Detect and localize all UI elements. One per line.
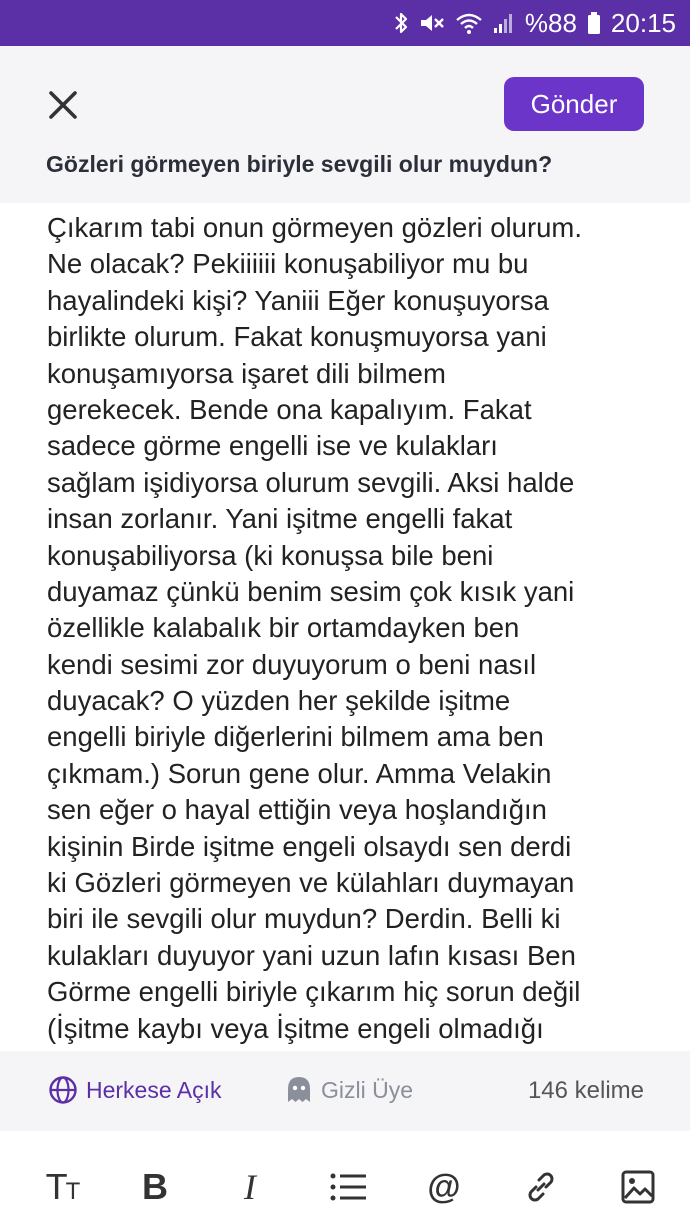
link-icon [528,1172,554,1202]
bold-button[interactable]: B [133,1166,177,1207]
text-line: (İşitme kaybı veya İşitme engeli olmadığ… [47,1012,544,1044]
text-line: kulakları duyuyor yani uzun lafın kısası… [47,939,576,971]
signal-icon [493,11,515,35]
text-line: insan zorlanır. Yani işitme engelli faka… [47,503,513,535]
text-line: Çıkarım tabi onun görmeyen gözleri oluru… [47,212,582,243]
anonymous-toggle[interactable]: Gizli Üye [285,1075,413,1105]
status-icons: %88 20:15 [393,0,676,46]
close-icon [49,91,77,119]
mention-icon: @ [427,1167,461,1206]
battery-percent: %88 [524,7,577,38]
bluetooth-icon [393,11,409,35]
globe-icon [49,1076,77,1104]
image-icon [621,1170,655,1204]
list-button[interactable] [326,1167,370,1207]
send-button[interactable]: Gönder [504,77,644,131]
text-line: çıkmam.) Sorun gene olur. Amma Velakin [47,757,552,789]
text-line: biri ile sevgili olur muydun? Derdin. Be… [47,903,561,935]
question-title: Gözleri görmeyen biriyle sevgili olur mu… [46,151,553,177]
status-bar: %88 20:15 [0,0,690,46]
text-line: duyamaz çünkü benim sesim çok kısık yani [47,575,575,607]
visibility-label: Herkese Açık [86,1076,222,1103]
battery-icon [587,11,601,35]
italic-button[interactable]: I [228,1167,272,1207]
italic-icon: I [244,1167,256,1207]
text-line: hayalindeki kişi? Yaniii Eğer konuşuyors… [47,284,549,316]
text-size-button[interactable]: TT [40,1166,84,1207]
wifi-icon [455,11,483,35]
text-line: Görme engelli biriyle çıkarım hiç sorun … [47,976,581,1008]
close-button[interactable] [44,86,82,124]
bold-icon: B [142,1166,168,1207]
word-count: 146 kelime [527,1077,644,1104]
image-button[interactable] [616,1167,660,1207]
clock: 20:15 [610,7,676,38]
answer-editor[interactable]: Çıkarım tabi onun görmeyen gözleri oluru… [47,210,657,1050]
text-line: kendi sesimi zor duyuyorum o beni nasıl [47,648,537,680]
text-line: kişinin Birde işitme engeli olsaydı sen … [47,830,572,862]
mute-icon [419,11,445,35]
text-size-icon: TT [45,1166,81,1207]
format-toolbar: TT B I @ [0,1131,690,1227]
mention-button[interactable]: @ [422,1167,466,1207]
text-line: sen eğer o hayal ettiğin veya hoşlandığı… [47,794,547,826]
text-line: ki Gözleri görmeyen ve külahları duymaya… [47,867,575,899]
composer-header: Gönder Gözleri görmeyen biriyle sevgili … [0,46,690,203]
text-line: gerekecek. Bende ona kapalıyım. Fakat [47,393,532,425]
text-line: engelli biriyle diğerlerini bilmem ama b… [47,721,544,753]
ghost-icon [288,1077,310,1102]
text-line: konuşamıyorsa işaret dili bilmem [47,357,446,389]
link-button[interactable] [519,1167,563,1207]
post-options-bar: Herkese Açık Gizli Üye 146 kelime [0,1051,690,1131]
list-icon [330,1173,366,1201]
text-line: Ne olacak? Pekiiiiii konuşabiliyor mu bu [47,248,529,280]
anonymous-label: Gizli Üye [321,1076,414,1103]
text-line: sağlam işidiyorsa olurum sevgili. Aksi h… [47,466,575,498]
text-line: duyacak? O yüzden her şekilde işitme [47,685,511,717]
text-line: özellikle kalabalık bir ortamdayken ben [47,612,520,644]
text-line: sadece görme engelli ise ve kulakları [47,430,498,462]
visibility-toggle[interactable]: Herkese Açık [48,1075,222,1105]
text-line: birlikte olurum. Fakat konuşmuyorsa yani [47,321,547,353]
text-line: konuşabiliyorsa (ki konuşsa bile beni [47,539,494,571]
